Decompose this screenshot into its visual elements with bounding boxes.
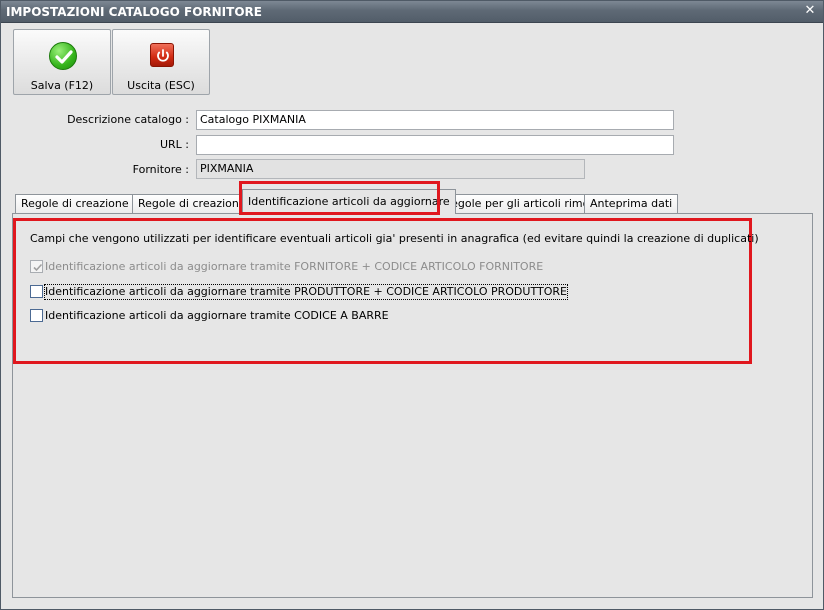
description-label: Descrizione catalogo :	[67, 113, 189, 126]
exit-button-label: Uscita (ESC)	[127, 79, 195, 92]
tab-anteprima-dati[interactable]: Anteprima dati	[584, 194, 679, 213]
supplier-field: PIXMANIA	[196, 159, 585, 179]
tab-regole-creazione-1[interactable]: Regole di creazione 1	[15, 194, 146, 213]
tab-identificazione-articoli[interactable]: Identificazione articoli da aggiornare	[242, 189, 456, 214]
option-produttore-label[interactable]: Identificazione articoli da aggiornare t…	[44, 284, 568, 300]
save-button-label: Salva (F12)	[30, 79, 94, 92]
option-codice-barre-checkbox[interactable]	[30, 309, 43, 322]
option-produttore-checkbox[interactable]	[30, 285, 43, 298]
dialog-window: IMPOSTAZIONI CATALOGO FORNITORE ✕ Salva …	[0, 0, 824, 610]
option-codice-barre-label[interactable]: Identificazione articoli da aggiornare t…	[45, 309, 389, 323]
panel-description: Campi che vengono utilizzati per identif…	[30, 232, 759, 245]
supplier-label: Fornitore :	[132, 163, 189, 176]
option-fornitore-label: Identificazione articoli da aggiornare t…	[45, 260, 544, 273]
close-icon[interactable]: ✕	[803, 4, 817, 18]
exit-button[interactable]: Uscita (ESC)	[112, 29, 210, 95]
description-field[interactable]: Catalogo PIXMANIA	[196, 110, 674, 130]
url-field[interactable]	[196, 135, 674, 155]
title-bar: IMPOSTAZIONI CATALOGO FORNITORE ✕	[1, 1, 823, 23]
url-label: URL :	[159, 138, 189, 151]
window-title: IMPOSTAZIONI CATALOGO FORNITORE	[6, 5, 262, 19]
option-fornitore-checkbox	[30, 260, 43, 273]
power-icon	[150, 43, 174, 67]
save-button[interactable]: Salva (F12)	[13, 29, 111, 95]
check-icon	[49, 42, 77, 70]
